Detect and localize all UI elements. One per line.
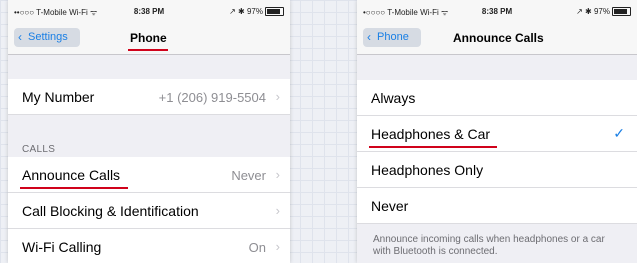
wifi-calling-value: On — [248, 240, 266, 255]
status-indicators-text: ↗ ✱ 97% — [576, 7, 610, 16]
page-title: Announce Calls — [453, 31, 544, 45]
option-label: Headphones Only — [371, 162, 484, 178]
nav-bar: ‹ Settings Phone — [8, 20, 290, 55]
title-underline — [128, 49, 168, 51]
option-label: Never — [371, 198, 409, 214]
my-number-label: My Number — [22, 89, 95, 105]
status-indicators: ↗ ✱ 97% — [229, 7, 284, 16]
phone-back-button[interactable]: ‹ Phone — [363, 28, 421, 47]
nav-bar: ‹ Phone Announce Calls — [357, 20, 637, 55]
announce-calls-screen: •○○○○ T-Mobile Wi-Fi ᯤ 8:38 PM ↗ ✱ 97% ‹… — [357, 0, 637, 263]
back-button-label: Settings — [28, 31, 68, 43]
back-button-label: Phone — [377, 31, 409, 43]
announce-calls-footer: Announce incoming calls when headphones … — [373, 234, 605, 257]
status-bar: ••○○○ T-Mobile Wi-Fi ᯤ 8:38 PM ↗ ✱ 97% — [8, 0, 290, 20]
my-number-value: +1 (206) 919-5504 — [158, 90, 266, 105]
phone-settings-screen: ••○○○ T-Mobile Wi-Fi ᯤ 8:38 PM ↗ ✱ 97% ‹… — [8, 0, 290, 263]
status-indicators: ↗ ✱ 97% — [576, 7, 631, 16]
chevron-right-icon: › — [275, 89, 280, 104]
chevron-left-icon: ‹ — [367, 30, 371, 44]
option-label: Always — [371, 90, 416, 106]
call-blocking-label: Call Blocking & Identification — [22, 203, 199, 219]
announce-calls-underline — [20, 187, 128, 189]
chevron-right-icon: › — [275, 167, 280, 182]
option-never[interactable]: Never — [357, 188, 637, 224]
option-headphones-only[interactable]: Headphones Only — [357, 152, 637, 188]
my-number-row[interactable]: My Number +1 (206) 919-5504 › — [8, 79, 290, 115]
chevron-right-icon: › — [275, 239, 280, 254]
wifi-calling-row[interactable]: Wi-Fi Calling On › — [8, 229, 290, 263]
calls-section-header: CALLS — [22, 144, 56, 155]
announce-calls-value: Never — [231, 168, 266, 183]
option-label: Headphones & Car — [371, 126, 491, 142]
call-blocking-row[interactable]: Call Blocking & Identification › — [8, 193, 290, 229]
chevron-left-icon: ‹ — [18, 30, 22, 44]
announce-calls-row[interactable]: Announce Calls Never › — [8, 157, 290, 193]
battery-icon — [612, 7, 631, 16]
selected-option-underline — [369, 146, 497, 148]
status-indicators-text: ↗ ✱ 97% — [229, 7, 263, 16]
chevron-right-icon: › — [275, 203, 280, 218]
settings-back-button[interactable]: ‹ Settings — [14, 28, 80, 47]
page-title: Phone — [130, 31, 167, 45]
status-bar: •○○○○ T-Mobile Wi-Fi ᯤ 8:38 PM ↗ ✱ 97% — [357, 0, 637, 20]
option-headphones-car[interactable]: Headphones & Car ✓ — [357, 116, 637, 152]
option-always[interactable]: Always — [357, 80, 637, 116]
battery-icon — [265, 7, 284, 16]
checkmark-icon: ✓ — [613, 125, 625, 141]
wifi-calling-label: Wi-Fi Calling — [22, 239, 102, 255]
announce-calls-label: Announce Calls — [22, 167, 121, 183]
